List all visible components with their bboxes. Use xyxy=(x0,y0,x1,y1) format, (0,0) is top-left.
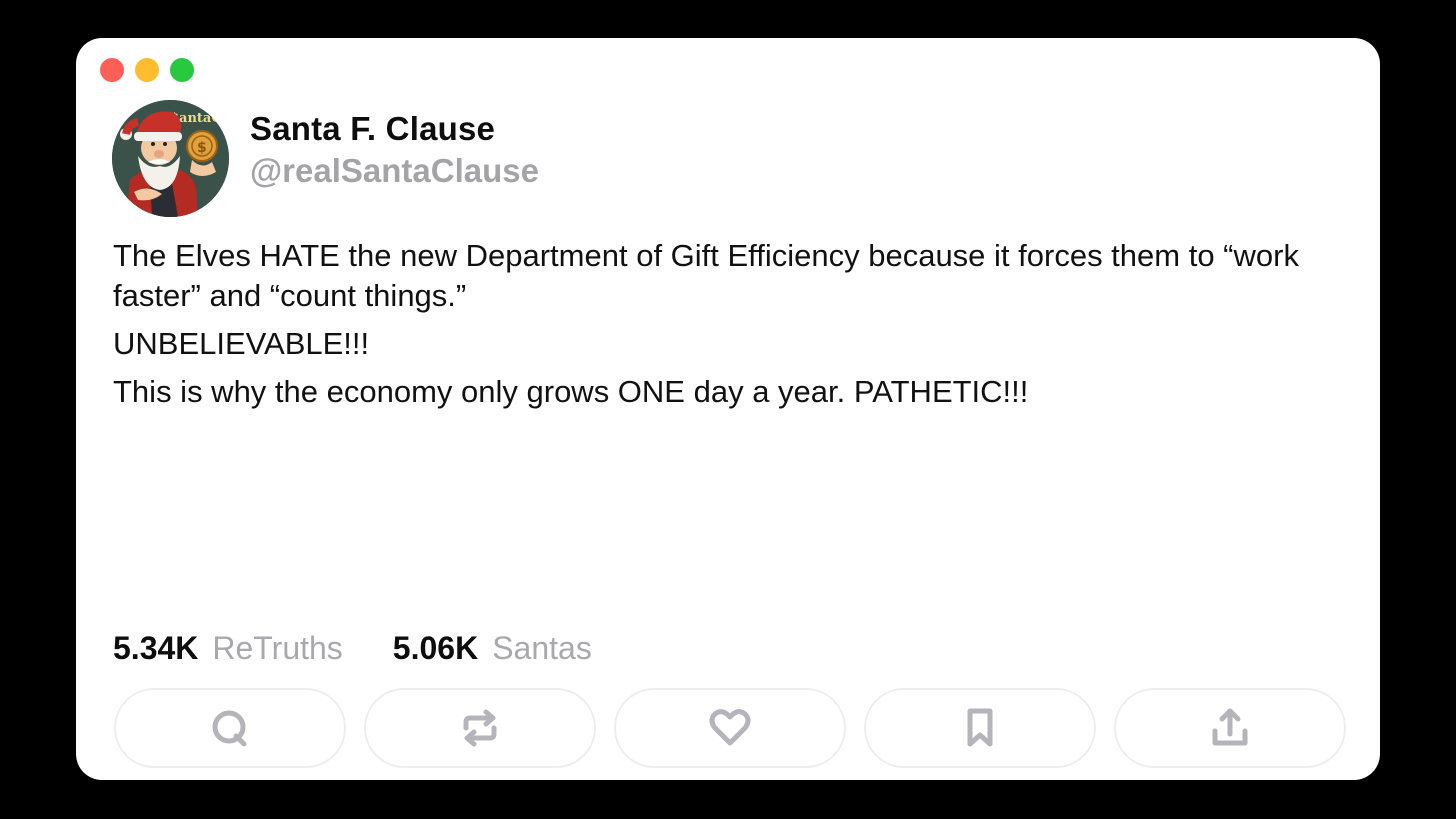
retruths-count[interactable]: 5.34K xyxy=(113,630,198,667)
heart-icon xyxy=(709,709,751,746)
avatar[interactable]: $antaCoin $ xyxy=(112,100,229,217)
window-controls xyxy=(100,58,194,82)
post-paragraph: This is why the economy only grows ONE d… xyxy=(113,374,1029,409)
reply-icon xyxy=(212,710,247,747)
reply-button[interactable] xyxy=(114,688,346,768)
retruth-button[interactable] xyxy=(364,688,596,768)
maximize-window-button[interactable] xyxy=(170,58,194,82)
bookmark-button[interactable] xyxy=(864,688,1096,768)
author-name[interactable]: Santa F. Clause xyxy=(250,110,495,148)
santa-avatar-image: $antaCoin $ xyxy=(112,100,229,217)
close-window-button[interactable] xyxy=(100,58,124,82)
share-icon xyxy=(1212,708,1248,746)
post-body: The Elves HATE the new Department of Gif… xyxy=(113,236,1313,420)
minimize-window-button[interactable] xyxy=(135,58,159,82)
post-stats: 5.34K ReTruths 5.06K Santas xyxy=(113,630,592,667)
retruths-label[interactable]: ReTruths xyxy=(212,630,342,667)
bookmark-icon xyxy=(967,708,993,747)
share-button[interactable] xyxy=(1114,688,1346,768)
author-handle[interactable]: @realSantaClause xyxy=(250,152,539,190)
post-paragraph: UNBELIEVABLE!!! xyxy=(113,326,370,361)
santas-count[interactable]: 5.06K xyxy=(393,630,478,667)
santas-label[interactable]: Santas xyxy=(492,630,592,667)
post-window: $antaCoin $ Santa F. Clause @realS xyxy=(76,38,1380,780)
svg-text:$: $ xyxy=(197,140,207,156)
action-bar xyxy=(114,688,1346,768)
post-paragraph: The Elves HATE the new Department of Gif… xyxy=(113,238,1299,313)
retruth-icon xyxy=(463,709,497,747)
like-button[interactable] xyxy=(614,688,846,768)
